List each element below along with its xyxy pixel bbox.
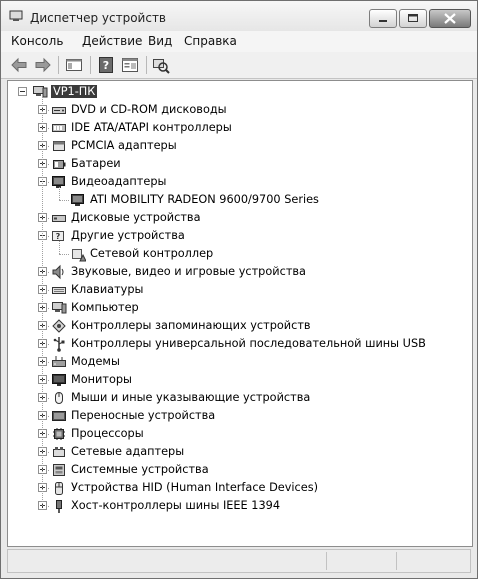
tree-category[interactable]: Мыши и иные указывающие устройства bbox=[71, 391, 310, 404]
menu-view[interactable]: Вид bbox=[148, 34, 172, 48]
svg-text:?: ? bbox=[56, 232, 61, 241]
window-title: Диспетчер устройств bbox=[30, 11, 167, 25]
tree-category[interactable]: Хост-контроллеры шины IEEE 1394 bbox=[71, 499, 280, 512]
tree-category[interactable]: PCMCIA адаптеры bbox=[71, 139, 177, 152]
tree-category[interactable]: Другие устройства bbox=[71, 229, 185, 242]
keyboard-icon bbox=[52, 287, 66, 294]
tree-category[interactable]: Устройства HID (Human Interface Devices) bbox=[71, 481, 318, 494]
tree-connector bbox=[59, 187, 60, 200]
help-icon[interactable]: ? bbox=[97, 56, 115, 74]
maximize-button[interactable] bbox=[399, 9, 427, 28]
pcmcia-icon bbox=[53, 141, 65, 151]
tree-category[interactable]: Мониторы bbox=[71, 373, 132, 386]
collapse-icon[interactable] bbox=[18, 87, 27, 96]
tree-device[interactable]: Сетевой контроллер bbox=[90, 247, 213, 260]
hid-icon bbox=[55, 482, 63, 495]
usb-icon bbox=[53, 337, 65, 352]
toolbar: ? bbox=[1, 52, 477, 79]
ide-controller-icon bbox=[52, 124, 66, 132]
computer-icon bbox=[33, 86, 48, 98]
device-manager-window: Диспетчер устройств Консоль Действие Вид… bbox=[0, 0, 478, 579]
menu-console[interactable]: Консоль bbox=[11, 34, 63, 48]
maximize-icon bbox=[408, 14, 418, 22]
dvd-drive-icon bbox=[52, 107, 66, 114]
menu-action[interactable]: Действие bbox=[82, 34, 142, 48]
close-button[interactable] bbox=[429, 9, 471, 28]
unknown-device-warning-icon bbox=[72, 249, 86, 262]
disk-drive-icon bbox=[52, 215, 66, 222]
tree-category[interactable]: Клавиатуры bbox=[71, 283, 143, 296]
system-device-icon bbox=[53, 464, 65, 476]
processor-icon bbox=[53, 428, 65, 440]
tree-category[interactable]: Переносные устройства bbox=[71, 409, 215, 422]
portable-device-icon bbox=[52, 411, 66, 421]
show-hide-console-tree-icon[interactable] bbox=[65, 56, 83, 74]
tree-category[interactable]: Процессоры bbox=[71, 427, 144, 440]
tree-connector bbox=[59, 254, 69, 255]
tree-category[interactable]: Сетевые адаптеры bbox=[71, 445, 184, 458]
tree-connector bbox=[59, 200, 69, 201]
tree-category[interactable]: DVD и CD-ROM дисководы bbox=[71, 103, 227, 116]
device-manager-icon bbox=[9, 10, 23, 21]
tree-category[interactable]: Модемы bbox=[71, 355, 120, 368]
minimize-icon bbox=[379, 20, 387, 22]
mouse-icon bbox=[55, 392, 63, 404]
tree-category[interactable]: IDE ATA/ATAPI контроллеры bbox=[71, 121, 232, 134]
tree-category[interactable]: Батареи bbox=[71, 157, 121, 170]
properties-icon[interactable] bbox=[121, 56, 139, 74]
title-bar[interactable]: Диспетчер устройств bbox=[1, 1, 477, 31]
ieee1394-icon bbox=[56, 500, 62, 513]
tree-connector bbox=[42, 96, 43, 506]
back-icon[interactable] bbox=[10, 56, 28, 74]
storage-controller-icon bbox=[52, 319, 66, 333]
tree-category[interactable]: Контроллеры универсальной последовательн… bbox=[71, 337, 426, 350]
tree-connector bbox=[59, 241, 60, 254]
tree-device[interactable]: ATI MOBILITY RADEON 9600/9700 Series bbox=[90, 193, 319, 206]
monitor-icon bbox=[52, 374, 66, 386]
tree-category[interactable]: Компьютер bbox=[71, 301, 139, 314]
sound-icon bbox=[52, 264, 64, 280]
tree-category[interactable]: Звуковые, видео и игровые устройства bbox=[71, 265, 306, 278]
svg-text:?: ? bbox=[103, 59, 109, 72]
menu-help[interactable]: Справка bbox=[184, 34, 237, 48]
device-tree[interactable]: VP1-ПК DVD и CD-ROM дисководы IDE ATA/ATAP… bbox=[7, 80, 473, 547]
modem-icon bbox=[52, 356, 66, 367]
tree-root-computer[interactable]: VP1-ПК bbox=[51, 85, 98, 98]
display-adapter-icon bbox=[71, 194, 84, 206]
status-bar bbox=[7, 549, 471, 573]
tree-category[interactable]: Видеоадаптеры bbox=[71, 175, 166, 188]
tree-category[interactable]: Дисковые устройства bbox=[71, 211, 201, 224]
battery-icon bbox=[53, 160, 66, 169]
forward-icon[interactable] bbox=[34, 56, 52, 74]
close-icon bbox=[444, 13, 456, 24]
minimize-button[interactable] bbox=[369, 9, 397, 28]
network-adapter-icon bbox=[53, 447, 65, 457]
tree-category[interactable]: Системные устройства bbox=[71, 463, 209, 476]
computer-icon bbox=[52, 302, 67, 314]
scan-hardware-icon[interactable] bbox=[152, 56, 170, 74]
tree-category[interactable]: Контроллеры запоминающих устройств bbox=[71, 319, 311, 332]
menu-bar: Консоль Действие Вид Справка bbox=[1, 31, 477, 53]
